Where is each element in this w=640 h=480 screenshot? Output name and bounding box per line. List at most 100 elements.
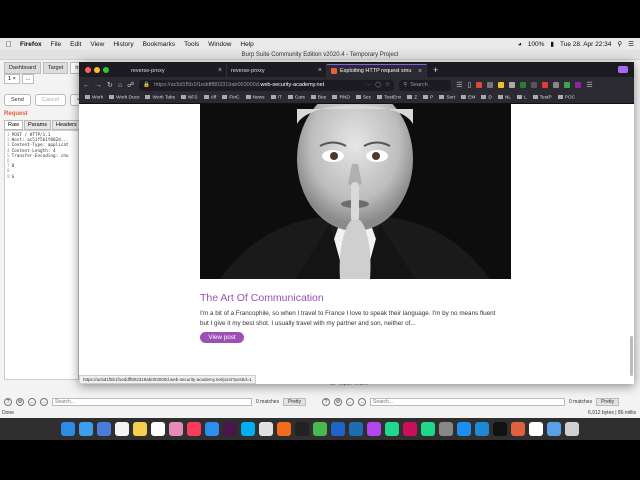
browser-tab[interactable]: reverse-proxy × (127, 64, 227, 77)
slack-icon[interactable] (223, 422, 237, 436)
response-pretty-button[interactable]: Pretty (596, 398, 620, 406)
minimize-window-icon[interactable] (94, 66, 100, 73)
bookmark-folder[interactable]: Cars (288, 95, 305, 101)
zoom-window-icon[interactable] (103, 66, 109, 73)
browser-tab[interactable]: reverse-proxy × (227, 64, 327, 77)
bookmark-folder[interactable]: POC (558, 95, 575, 101)
request-search-input[interactable] (52, 398, 252, 406)
home-icon[interactable]: ⌂ (118, 82, 122, 89)
bookmark-folder[interactable]: IT (271, 95, 282, 101)
menu-edit[interactable]: Edit (70, 41, 81, 48)
burp-tab-dashboard[interactable]: Dashboard (4, 62, 41, 74)
notes-icon[interactable] (133, 422, 147, 436)
apple-icon[interactable]:  (6, 40, 12, 49)
page-actions-icon[interactable]: ··· (366, 82, 372, 88)
back-icon[interactable]: ← (83, 82, 90, 89)
close-tab-icon[interactable]: × (318, 67, 322, 74)
chrome-icon[interactable] (259, 422, 273, 436)
extension-icon[interactable] (553, 82, 560, 88)
vscode-icon[interactable] (475, 422, 489, 436)
bookmark-folder[interactable]: Sort (439, 95, 455, 101)
rider-icon[interactable] (403, 422, 417, 436)
menu-history[interactable]: History (113, 41, 133, 48)
extension-icon[interactable] (564, 82, 571, 88)
bookmark-folder[interactable]: Sec (356, 95, 371, 101)
extension-icon[interactable] (476, 82, 483, 88)
wifi-icon[interactable]: ◕ (518, 41, 522, 48)
bookmark-folder[interactable]: NL (498, 95, 511, 101)
library-icon[interactable]: ☰ (456, 81, 462, 89)
next-match-icon[interactable]: → (40, 398, 48, 406)
menu-view[interactable]: View (90, 41, 104, 48)
prev-match-icon[interactable]: ← (346, 398, 354, 406)
menu-icon[interactable]: ☰ (586, 81, 592, 89)
bookmark-star-icon[interactable]: ☆ (385, 82, 390, 88)
container-icon[interactable] (618, 66, 628, 73)
settings-icon[interactable]: ⚙ (334, 398, 342, 406)
bookmark-folder[interactable]: Z (407, 95, 417, 101)
request-tab-raw[interactable]: Raw (4, 120, 24, 130)
battery-label[interactable]: 100% (528, 41, 545, 48)
request-tab-headers[interactable]: Headers (51, 120, 81, 130)
extension-icon[interactable] (498, 82, 505, 88)
menu-tools[interactable]: Tools (184, 41, 199, 48)
prev-match-icon[interactable]: ← (28, 398, 36, 406)
page-scrollbar[interactable] (630, 336, 633, 376)
extension-icon[interactable] (542, 82, 549, 88)
firefox-icon[interactable] (277, 422, 291, 436)
menu-bookmarks[interactable]: Bookmarks (143, 41, 176, 48)
post-title[interactable]: The Art Of Communication (200, 292, 324, 304)
datagrip-icon[interactable] (385, 422, 399, 436)
bookmark-folder[interactable]: Bee (311, 95, 327, 101)
new-tab-icon[interactable]: + (433, 65, 438, 75)
pocket-icon[interactable]: ◯ (375, 82, 381, 88)
phpstorm-icon[interactable] (367, 422, 381, 436)
folder-icon[interactable] (547, 422, 561, 436)
pycharm-icon[interactable] (421, 422, 435, 436)
url-bar[interactable]: 🔒 https://ac5d1f5b1f1eddff802319ab003000… (139, 79, 395, 91)
request-editor[interactable]: 1 POST / HTTP/1.1 2 Host: ac51f5b1f802d...… (4, 130, 79, 380)
document-icon[interactable] (529, 422, 543, 436)
mail-icon[interactable] (97, 422, 111, 436)
repeater-tab-1[interactable]: 1 × (4, 74, 20, 84)
close-tab-icon[interactable]: × (218, 67, 222, 74)
skype-icon[interactable] (241, 422, 255, 436)
reminders-icon[interactable] (151, 422, 165, 436)
photos-icon[interactable] (169, 422, 183, 436)
post-image[interactable] (200, 104, 511, 279)
menu-list-icon[interactable]: ☰ (628, 40, 634, 48)
bookmark-folder[interactable]: Work Tabs (145, 95, 174, 101)
extension-icon[interactable] (487, 82, 494, 88)
shield-icon[interactable]: ☍ (127, 81, 134, 89)
search-icon[interactable]: ⚲ (617, 40, 622, 48)
extension-icon[interactable] (575, 82, 582, 88)
reload-icon[interactable]: ↻ (107, 81, 113, 89)
bookmark-folder[interactable]: TestEnv (377, 95, 401, 101)
bookmark-folder[interactable]: RND (332, 95, 349, 101)
bookmark-folder[interactable]: NFS (181, 95, 198, 101)
finder-icon[interactable] (61, 422, 75, 436)
calendar-icon[interactable] (115, 422, 129, 436)
request-tab-params[interactable]: Params (24, 120, 51, 130)
forward-icon[interactable]: → (95, 82, 102, 89)
safari-icon[interactable] (79, 422, 93, 436)
menubar-app-name[interactable]: Firefox (20, 41, 42, 48)
bookmark-folder[interactable]: TestP (533, 95, 552, 101)
terminal-icon[interactable] (295, 422, 309, 436)
battery-icon[interactable]: ▮ (550, 40, 554, 48)
cancel-button[interactable]: Cancel (34, 94, 66, 106)
help-icon[interactable]: ? (4, 398, 12, 406)
appletv-icon[interactable] (493, 422, 507, 436)
sourcetree-icon[interactable] (331, 422, 345, 436)
bookmark-folder[interactable]: P (423, 95, 433, 101)
settings-icon[interactable]: ⚙ (16, 398, 24, 406)
bookmark-folder[interactable]: News (246, 95, 265, 101)
extension-icon[interactable] (520, 82, 527, 88)
bookmark-folder[interactable]: EM (461, 95, 475, 101)
bookmark-folder[interactable]: Aff (204, 95, 217, 101)
virtualbox-icon[interactable] (349, 422, 363, 436)
close-window-icon[interactable] (85, 66, 91, 73)
request-pretty-button[interactable]: Pretty (283, 398, 307, 406)
help-icon[interactable]: ? (322, 398, 330, 406)
extension-icon[interactable] (509, 82, 516, 88)
